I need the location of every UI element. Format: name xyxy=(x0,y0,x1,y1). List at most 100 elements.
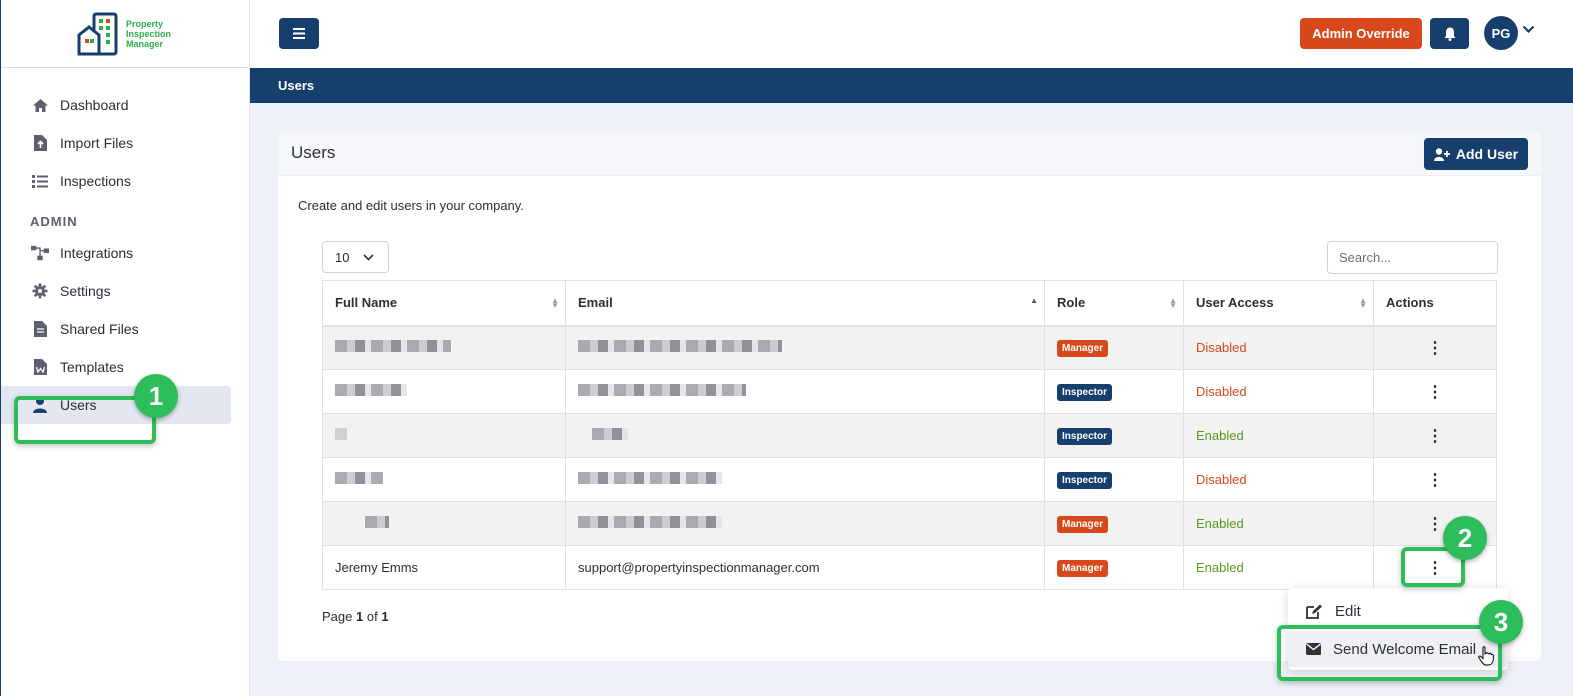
gear-icon xyxy=(31,282,49,300)
cell-full-name: Jeremy Emms xyxy=(322,545,566,590)
cell-full-name xyxy=(322,501,566,546)
file-import-icon xyxy=(31,134,49,152)
pagination-info: Page 1 of 1 xyxy=(322,609,389,624)
role-badge: Inspector xyxy=(1057,427,1113,445)
sidebar-item-dashboard[interactable]: Dashboard xyxy=(1,86,249,124)
user-avatar[interactable]: PG xyxy=(1484,16,1518,50)
table-row: Manager Enabled ⋮ xyxy=(322,501,1497,546)
sidebar-item-import-files[interactable]: Import Files xyxy=(1,124,249,162)
column-header-actions: Actions xyxy=(1373,280,1497,327)
logo-text: Property Inspection Manager xyxy=(126,19,174,49)
sidebar-item-shared-files[interactable]: Shared Files xyxy=(1,310,249,348)
column-label: Actions xyxy=(1386,295,1434,311)
cell-email xyxy=(565,325,1045,370)
sort-icon: ▲ ▼ xyxy=(551,296,559,310)
kebab-menu-icon[interactable]: ⋮ xyxy=(1427,472,1443,489)
page-length-select[interactable]: 10 xyxy=(322,241,389,273)
pagination-total: 1 xyxy=(381,609,389,624)
sidebar-item-label: Inspections xyxy=(60,173,131,189)
table-row: Inspector Disabled ⋮ xyxy=(322,457,1497,502)
top-bar: Admin Override PG xyxy=(250,0,1573,68)
table-header-row: Full Name ▲ ▼ Email ▲ Role ▲ ▼ User Access ▲ ▼ … xyxy=(322,280,1497,327)
sidebar-item-label: Settings xyxy=(60,283,111,299)
edit-icon xyxy=(1306,604,1322,619)
card-header: Users xyxy=(278,131,1541,176)
role-badge: Manager xyxy=(1057,339,1109,357)
file-icon xyxy=(31,320,49,338)
kebab-menu-icon[interactable]: ⋮ xyxy=(1427,384,1443,401)
kebab-menu-icon[interactable]: ⋮ xyxy=(1427,516,1443,533)
cell-role: Inspector xyxy=(1044,457,1184,502)
add-user-button[interactable]: Add User xyxy=(1424,138,1528,170)
cell-full-name xyxy=(322,369,566,414)
sidebar: Property Inspection Manager Dashboard Im… xyxy=(0,0,250,696)
redacted-text xyxy=(335,384,407,396)
hamburger-icon xyxy=(293,28,305,39)
cell-user-access: Enabled xyxy=(1183,545,1374,590)
admin-override-button[interactable]: Admin Override xyxy=(1300,18,1422,49)
cell-role: Manager xyxy=(1044,501,1184,546)
column-label: Email xyxy=(578,295,613,311)
cell-email xyxy=(565,501,1045,546)
pagination-prefix: Page xyxy=(322,609,353,624)
edit-label: Edit xyxy=(1335,602,1361,620)
sidebar-item-integrations[interactable]: Integrations xyxy=(1,234,249,272)
edit-menu-item[interactable]: Edit xyxy=(1288,593,1508,629)
redacted-text xyxy=(365,516,389,528)
page-title: Users xyxy=(250,68,1573,103)
word-file-icon xyxy=(31,358,49,376)
sort-icon: ▲ ▼ xyxy=(1169,296,1177,310)
sidebar-item-label: Shared Files xyxy=(60,321,139,337)
redacted-text xyxy=(578,516,722,528)
column-header-role[interactable]: Role ▲ ▼ xyxy=(1044,280,1184,327)
list-icon xyxy=(31,172,49,190)
cell-actions: ⋮ xyxy=(1373,413,1497,458)
logo-line-2: Inspection xyxy=(126,28,172,39)
redacted-text xyxy=(592,428,628,440)
sort-asc-icon: ▲ xyxy=(1030,296,1038,305)
table-row: Manager Disabled ⋮ xyxy=(322,325,1497,370)
sidebar-item-settings[interactable]: Settings xyxy=(1,272,249,310)
cell-email: support@propertyinspectionmanager.com xyxy=(565,545,1045,590)
column-header-email[interactable]: Email ▲ xyxy=(565,280,1045,327)
cell-email xyxy=(565,369,1045,414)
home-icon xyxy=(31,96,49,114)
cell-user-access: Disabled xyxy=(1183,325,1374,370)
search-input[interactable] xyxy=(1327,241,1498,274)
sitemap-icon xyxy=(31,244,49,262)
logo-line-1: Property xyxy=(126,18,164,29)
callout-highlight-welcome-email xyxy=(1277,625,1502,681)
cell-user-access: Disabled xyxy=(1183,369,1374,414)
cell-email xyxy=(565,413,1045,458)
user-plus-icon xyxy=(1433,147,1450,161)
admin-section-label: ADMIN xyxy=(30,214,78,229)
building-logo-icon xyxy=(77,12,118,55)
card-title: Users xyxy=(291,143,336,162)
logo-line-3: Manager xyxy=(126,38,164,49)
role-badge: Manager xyxy=(1057,515,1109,533)
cell-user-access: Enabled xyxy=(1183,413,1374,458)
column-header-user-access[interactable]: User Access ▲ ▼ xyxy=(1183,280,1374,327)
cell-role: Inspector xyxy=(1044,413,1184,458)
sidebar-item-templates[interactable]: Templates xyxy=(1,348,249,386)
users-table: Full Name ▲ ▼ Email ▲ Role ▲ ▼ User Access ▲ ▼ … xyxy=(322,280,1497,590)
pagination-current: 1 xyxy=(356,609,364,624)
cell-actions: ⋮ xyxy=(1373,457,1497,502)
callout-badge-1: 1 xyxy=(134,374,178,418)
cell-actions: ⋮ xyxy=(1373,369,1497,414)
kebab-menu-icon[interactable]: ⋮ xyxy=(1427,340,1443,357)
role-badge: Manager xyxy=(1057,559,1109,577)
kebab-menu-icon[interactable]: ⋮ xyxy=(1427,428,1443,445)
chevron-down-icon[interactable] xyxy=(1522,25,1535,34)
logo[interactable]: Property Inspection Manager xyxy=(1,0,249,68)
sidebar-item-label: Dashboard xyxy=(60,97,129,113)
column-header-full-name[interactable]: Full Name ▲ ▼ xyxy=(322,280,566,327)
column-label: User Access xyxy=(1196,295,1274,311)
sidebar-item-inspections[interactable]: Inspections xyxy=(1,162,249,200)
menu-toggle-button[interactable] xyxy=(279,18,319,49)
cell-role: Manager xyxy=(1044,325,1184,370)
cell-user-access: Enabled xyxy=(1183,501,1374,546)
notifications-button[interactable] xyxy=(1430,18,1469,49)
users-card: Users Add User Create and edit users in … xyxy=(278,131,1541,661)
sidebar-item-label: Import Files xyxy=(60,135,134,151)
